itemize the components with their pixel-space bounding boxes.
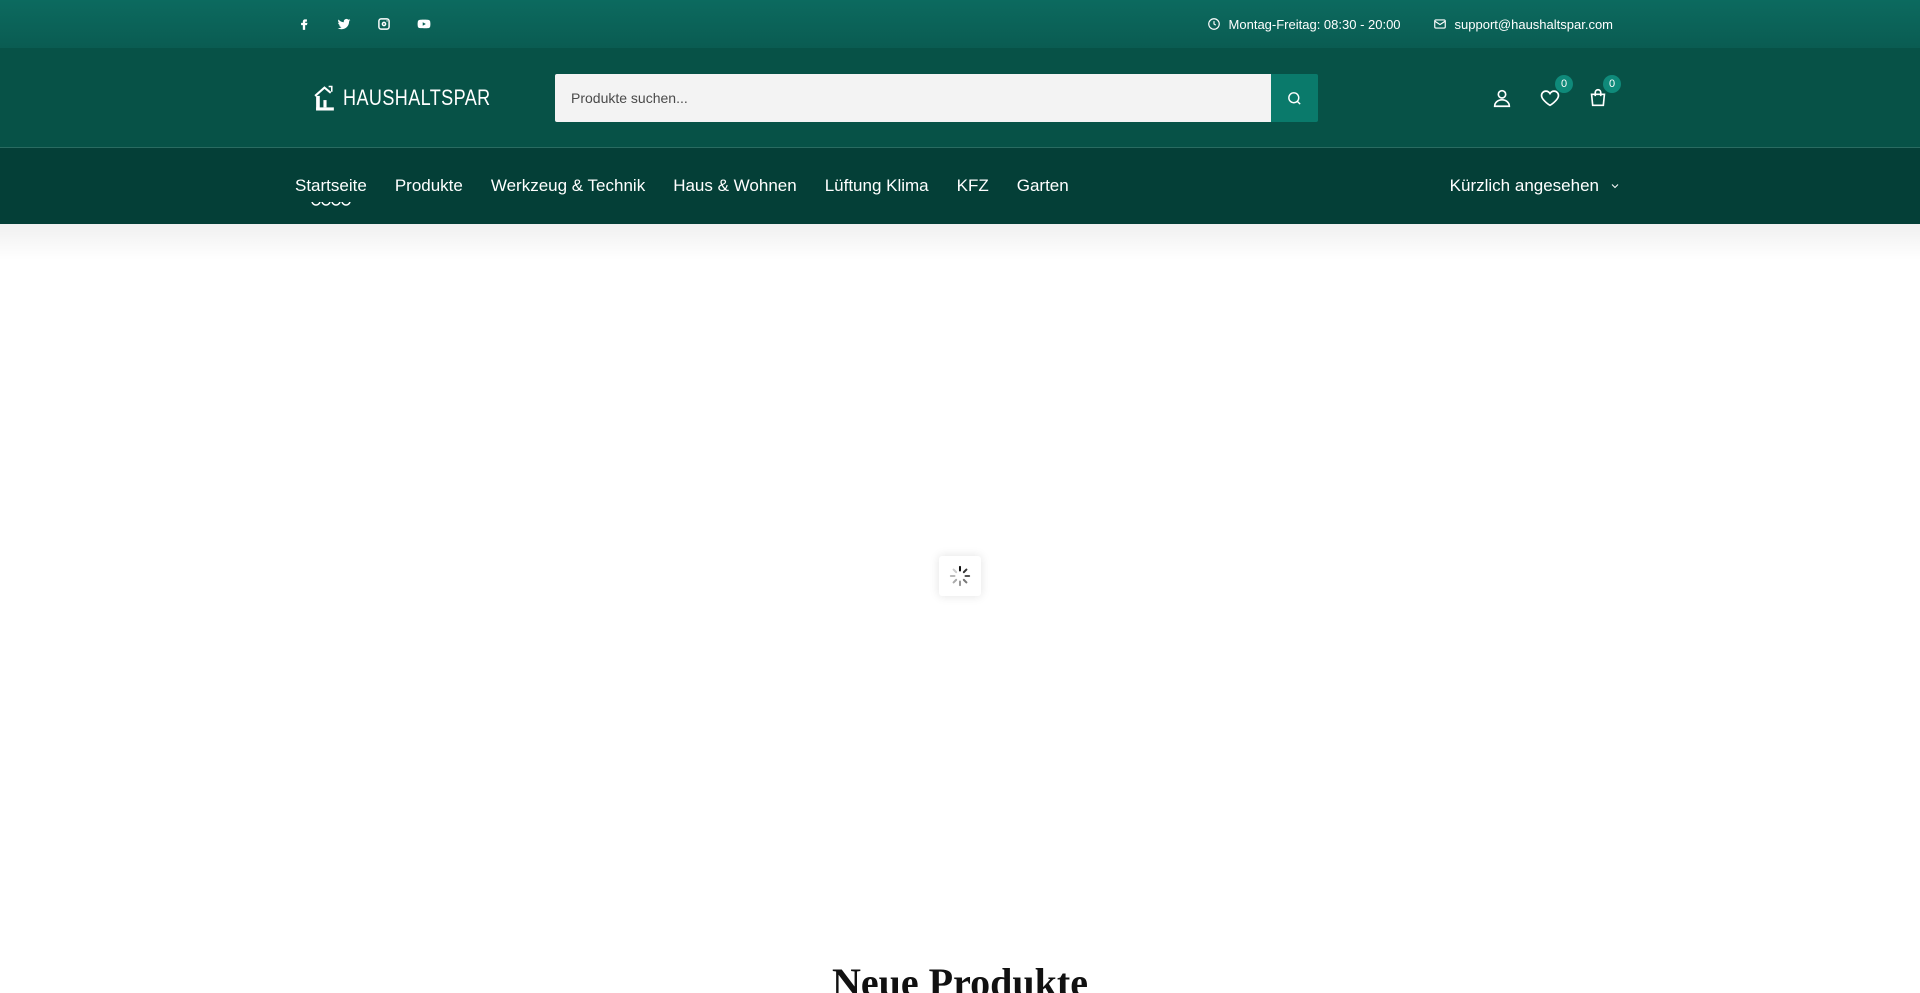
site-logo[interactable]: HAUSHALTSPAR [313, 72, 523, 124]
wishlist-button[interactable]: 0 [1537, 75, 1573, 111]
opening-hours-text: Montag-Freitag: 08:30 - 20:00 [1228, 16, 1401, 32]
cart-count-badge: 0 [1603, 75, 1621, 93]
clock-icon [1207, 18, 1220, 30]
header-actions: 0 0 [1489, 75, 1621, 111]
nav-item-werkzeug-technik[interactable]: Werkzeug & Technik [491, 176, 645, 196]
recently-viewed-dropdown[interactable]: Kürzlich angesehen [1450, 176, 1621, 196]
header-shadow [0, 224, 1920, 260]
twitter-icon[interactable] [335, 16, 352, 33]
nav-item-lueftung-klima[interactable]: Lüftung Klima [825, 176, 929, 196]
social-links [295, 16, 432, 33]
wishlist-count-badge: 0 [1555, 75, 1573, 93]
spinner-icon [949, 565, 971, 587]
main-header: HAUSHALTSPAR 0 0 [0, 48, 1920, 148]
user-icon [1493, 89, 1511, 108]
support-email-text[interactable]: support@haushaltspar.com [1455, 17, 1613, 32]
facebook-icon[interactable] [295, 16, 312, 33]
logo-text: HAUSHALTSPAR [342, 85, 491, 110]
support-email[interactable]: support@haushaltspar.com [1433, 17, 1613, 32]
recently-viewed-label: Kürzlich angesehen [1449, 176, 1599, 195]
top-bar: Montag-Freitag: 08:30 - 20:00 support@ha… [0, 0, 1920, 48]
house-logo-icon [314, 85, 334, 111]
mail-icon [1433, 19, 1446, 29]
instagram-icon[interactable] [375, 16, 392, 33]
account-button[interactable] [1489, 85, 1515, 111]
youtube-icon[interactable] [415, 16, 432, 33]
main-navigation: Startseite Produkte Werkzeug & Technik H… [0, 148, 1920, 224]
cart-button[interactable]: 0 [1585, 75, 1621, 111]
nav-item-produkte[interactable]: Produkte [395, 176, 463, 196]
nav-item-garten[interactable]: Garten [1017, 176, 1069, 196]
nav-item-startseite[interactable]: Startseite [295, 176, 367, 196]
main-content: Neue Produkte [0, 224, 1920, 993]
opening-hours: Montag-Freitag: 08:30 - 20:00 [1207, 17, 1401, 32]
nav-item-haus-wohnen[interactable]: Haus & Wohnen [673, 176, 796, 196]
section-title-new-products: Neue Produkte [832, 960, 1088, 993]
search-input[interactable] [555, 74, 1271, 122]
nav-menu: Startseite Produkte Werkzeug & Technik H… [295, 176, 1069, 196]
loading-spinner [939, 556, 981, 596]
search-icon [1288, 91, 1301, 105]
search-button[interactable] [1271, 74, 1318, 122]
chevron-down-icon [1611, 184, 1619, 189]
search-bar [555, 74, 1318, 122]
contact-info: Montag-Freitag: 08:30 - 20:00 support@ha… [1207, 17, 1613, 32]
nav-item-kfz[interactable]: KFZ [957, 176, 989, 196]
